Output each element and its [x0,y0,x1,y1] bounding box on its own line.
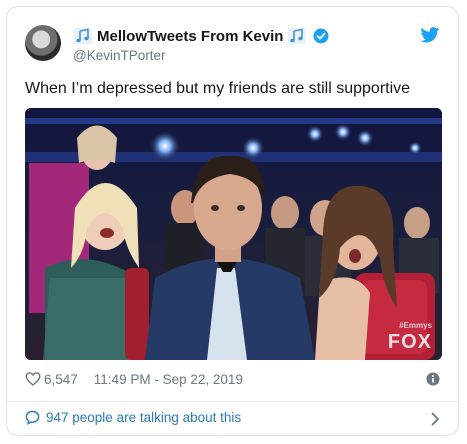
tweet-card: MellowTweets From Kevin @KevinTPorter Wh… [6,6,459,436]
display-name[interactable]: MellowTweets From Kevin [97,28,283,45]
conversation-link[interactable]: 947 people are talking about this [25,410,241,425]
divider [7,401,458,402]
author-handle[interactable]: @KevinTPorter [73,48,165,63]
author-name-row[interactable]: MellowTweets From Kevin [73,27,329,45]
tweet-timestamp[interactable]: 11:49 PM - Sep 22, 2019 [94,372,243,387]
like-count[interactable]: 6,547 [44,372,78,387]
conversation-label[interactable]: 947 people are talking about this [46,410,241,425]
media-watermark-logo: FOX [387,331,432,353]
speech-bubble-icon [25,410,40,425]
tweet-media-image[interactable]: #Emmys FOX [25,108,442,360]
avatar[interactable] [25,25,61,61]
chevron-right-icon[interactable] [430,412,440,426]
media-scene [25,108,442,360]
tweet-text: When I’m depressed but my friends are st… [25,80,411,97]
heart-icon[interactable] [25,371,41,387]
info-icon[interactable] [426,372,440,386]
tweet-meta-row: 6,547 11:49 PM - Sep 22, 2019 [25,371,243,387]
verified-badge-icon [313,28,329,44]
music-notes-icon [288,28,307,44]
music-notes-icon [74,28,92,44]
media-watermark-tag: #Emmys [399,321,432,330]
twitter-bird-icon[interactable] [420,27,440,43]
